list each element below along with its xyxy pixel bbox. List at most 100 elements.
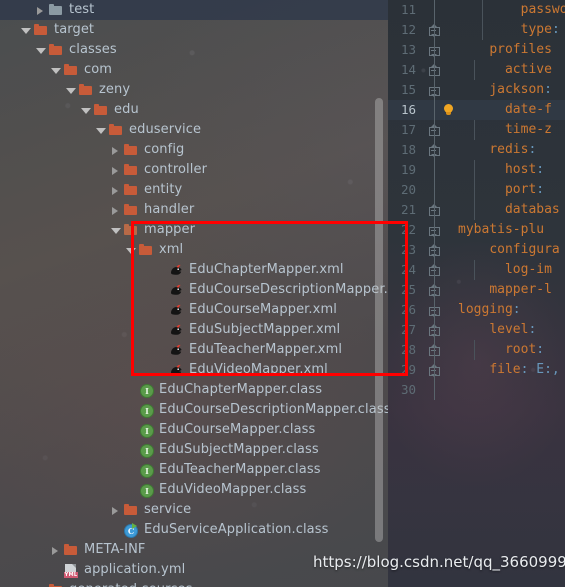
- code-line[interactable]: 25 mapper-l: [388, 280, 565, 300]
- tree-vertical-scrollbar[interactable]: [375, 98, 383, 542]
- editor-pane[interactable]: 11 passwor12 type:13 profiles14 active15…: [388, 0, 565, 587]
- chevron-down-icon[interactable]: [126, 246, 136, 255]
- code-line[interactable]: 29 file: E:,: [388, 360, 565, 380]
- no-chevron-spacer: [51, 566, 60, 575]
- line-number: 16: [400, 102, 416, 117]
- tree-folder-row[interactable]: edu: [0, 100, 388, 120]
- tree-item-label: xml: [159, 242, 184, 257]
- tree-item-label: EduTeacherMapper.class: [159, 462, 321, 477]
- tree-folder-row[interactable]: handler: [0, 200, 388, 220]
- fold-gutter-line: [434, 120, 435, 140]
- chevron-right-icon[interactable]: [111, 146, 120, 155]
- tree-file-row[interactable]: EduTeacherMapper.xml: [0, 340, 388, 360]
- tree-folder-row[interactable]: target: [0, 20, 388, 40]
- tree-folder-row[interactable]: test: [0, 0, 388, 20]
- tree-folder-row[interactable]: zeny: [0, 80, 388, 100]
- tree-item-label: EduSubjectMapper.class: [159, 442, 319, 457]
- chevron-right-icon[interactable]: [36, 6, 45, 15]
- tree-folder-row[interactable]: config: [0, 140, 388, 160]
- fold-gutter-line: [434, 0, 435, 20]
- tree-file-row[interactable]: I EduSubjectMapper.class: [0, 440, 388, 460]
- project-tree[interactable]: test target classes com zeny edu eduservice con…: [0, 0, 388, 587]
- tree-folder-row[interactable]: entity: [0, 180, 388, 200]
- chevron-right-icon[interactable]: [111, 506, 120, 515]
- chevron-down-icon[interactable]: [81, 106, 91, 115]
- code-line[interactable]: 27 level:: [388, 320, 565, 340]
- yaml-key: redis: [489, 142, 529, 157]
- code-line[interactable]: 11 passwor: [388, 0, 565, 20]
- code-lines[interactable]: 11 passwor12 type:13 profiles14 active15…: [388, 0, 565, 400]
- yaml-key: root: [504, 342, 537, 357]
- chevron-down-icon[interactable]: [111, 226, 121, 235]
- code-line[interactable]: 24 log-im: [388, 260, 565, 280]
- chevron-down-icon[interactable]: [21, 26, 31, 35]
- tree-folder-row[interactable]: classes: [0, 40, 388, 60]
- mybatis-bird-icon: [168, 342, 184, 358]
- code-line[interactable]: 14 active: [388, 60, 565, 80]
- tree-file-row[interactable]: EduCourseMapper.xml: [0, 300, 388, 320]
- tree-file-row[interactable]: I EduCourseMapper.class: [0, 420, 388, 440]
- tree-folder-row[interactable]: controller: [0, 160, 388, 180]
- tree-file-row[interactable]: EduSubjectMapper.xml: [0, 320, 388, 340]
- chevron-down-icon[interactable]: [96, 126, 106, 135]
- fold-gutter-line: [434, 200, 435, 220]
- tree-file-row[interactable]: I EduCourseDescriptionMapper.class: [0, 400, 388, 420]
- tree-folder-row[interactable]: generated-sources: [0, 580, 388, 587]
- csdn-watermark: https://blog.csdn.net/qq_36609994: [313, 553, 565, 571]
- tree-item-label: EduServiceApplication.class: [144, 522, 329, 537]
- chevron-right-icon[interactable]: [111, 166, 120, 175]
- fold-gutter-line: [434, 140, 435, 160]
- tree-item-label: classes: [69, 42, 117, 57]
- tree-folder-row[interactable]: xml: [0, 240, 388, 260]
- code-text: level:: [458, 320, 536, 340]
- code-line[interactable]: 17 time-z: [388, 120, 565, 140]
- code-line[interactable]: 21 databas: [388, 200, 565, 220]
- tree-file-row[interactable]: EduCourseDescriptionMapper.xml: [0, 280, 388, 300]
- code-line[interactable]: 28 root:: [388, 340, 565, 360]
- code-line[interactable]: 15 jackson:: [388, 80, 565, 100]
- code-line[interactable]: 12 type:: [388, 20, 565, 40]
- folder-icon: [48, 42, 64, 58]
- tree-folder-row[interactable]: mapper: [0, 220, 388, 240]
- tree-file-row[interactable]: EduVideoMapper.xml: [0, 360, 388, 380]
- code-line[interactable]: 16 date-f: [388, 100, 565, 120]
- code-line[interactable]: 13 profiles: [388, 40, 565, 60]
- tree-file-row[interactable]: I EduChapterMapper.class: [0, 380, 388, 400]
- yaml-key: level: [489, 322, 529, 337]
- code-line[interactable]: 20 port:: [388, 180, 565, 200]
- chevron-right-icon[interactable]: [51, 546, 60, 555]
- chevron-down-icon[interactable]: [51, 66, 61, 75]
- chevron-right-icon[interactable]: [111, 186, 120, 195]
- code-line[interactable]: 26 logging:: [388, 300, 565, 320]
- no-chevron-spacer: [126, 466, 135, 475]
- line-number: 21: [400, 202, 416, 217]
- chevron-down-icon[interactable]: [66, 86, 76, 95]
- code-line[interactable]: 18 redis:: [388, 140, 565, 160]
- code-line[interactable]: 23 configura: [388, 240, 565, 260]
- project-tool-window[interactable]: test target classes com zeny edu eduservice con…: [0, 0, 388, 587]
- tree-folder-row[interactable]: com: [0, 60, 388, 80]
- chevron-down-icon[interactable]: [36, 46, 46, 55]
- code-text: configura: [458, 240, 559, 260]
- tree-file-row[interactable]: I EduTeacherMapper.class: [0, 460, 388, 480]
- folder-icon: [63, 62, 79, 78]
- tree-file-row[interactable]: I EduVideoMapper.class: [0, 480, 388, 500]
- chevron-right-icon[interactable]: [111, 206, 120, 215]
- interface-icon: I: [138, 382, 154, 398]
- folder-grey-icon: [48, 2, 64, 18]
- code-line[interactable]: 22 mybatis-plu: [388, 220, 565, 240]
- code-line[interactable]: 19 host:: [388, 160, 565, 180]
- tree-folder-row[interactable]: service: [0, 500, 388, 520]
- tree-folder-row[interactable]: eduservice: [0, 120, 388, 140]
- fold-gutter-line: [434, 260, 435, 280]
- tree-file-row[interactable]: EduChapterMapper.xml: [0, 260, 388, 280]
- lightbulb-icon[interactable]: [443, 104, 455, 116]
- code-line[interactable]: 30: [388, 380, 565, 400]
- tree-item-label: edu: [114, 102, 139, 117]
- tree-file-row[interactable]: C EduServiceApplication.class: [0, 520, 388, 540]
- line-number: 18: [400, 142, 416, 157]
